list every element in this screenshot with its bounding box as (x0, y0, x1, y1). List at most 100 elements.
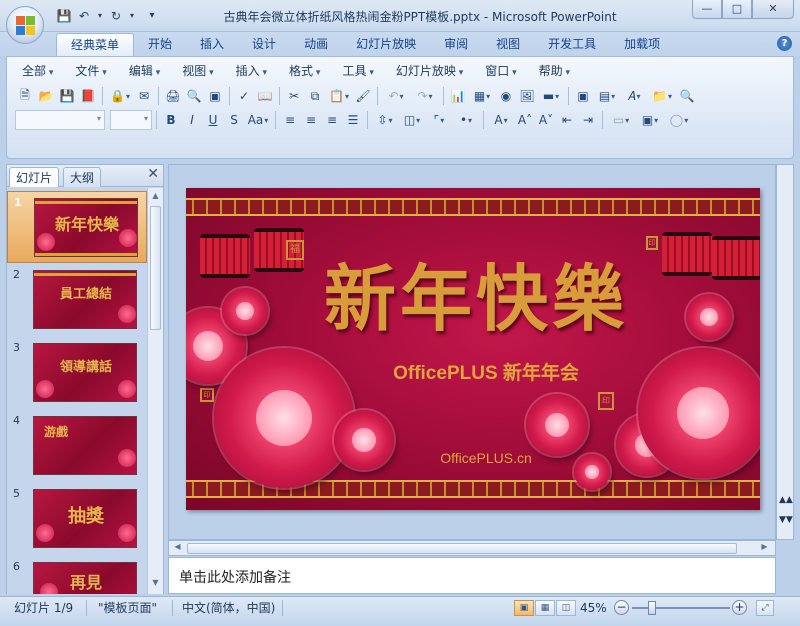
picture-icon[interactable]: 🖼 (517, 86, 537, 106)
save-icon[interactable]: 💾 (57, 86, 77, 106)
menu-all[interactable]: 全部 (11, 61, 64, 81)
slide-thumbnail[interactable]: 5 抽獎 (7, 483, 147, 555)
font-name-combo[interactable] (15, 110, 105, 130)
align-right-icon[interactable]: ≡ (322, 110, 342, 130)
slide-thumbnail[interactable]: 4 游戲 (7, 410, 147, 482)
redo-dropdown-icon[interactable]: ▾ (128, 8, 136, 24)
tab-slides[interactable]: 幻灯片 (9, 167, 60, 187)
tab-addins[interactable]: 加载项 (610, 33, 674, 56)
tab-review[interactable]: 审阅 (430, 33, 482, 56)
print-icon[interactable]: 🖨 (163, 86, 183, 106)
open-file-icon[interactable]: 📁 (648, 86, 676, 106)
redo-icon[interactable]: ↻ (108, 8, 124, 24)
arrange-icon[interactable]: ▣ (636, 110, 664, 130)
fit-to-window-icon[interactable]: ⤢ (756, 600, 774, 616)
open-folder-icon[interactable]: 📂 (36, 86, 56, 106)
undo-dropdown-icon[interactable]: ▾ (96, 8, 104, 24)
save-icon[interactable]: 💾 (56, 8, 72, 24)
shrink-font-icon[interactable]: A˅ (536, 110, 556, 130)
align-center-icon[interactable]: ≡ (301, 110, 321, 130)
permission-icon[interactable]: 🔒 (107, 86, 133, 106)
close-icon[interactable]: ✕ (147, 166, 159, 182)
undo-icon[interactable]: ↶ (382, 86, 410, 106)
font-size-combo[interactable] (110, 110, 152, 130)
menu-format[interactable]: 格式 (278, 61, 331, 81)
normal-view-icon[interactable]: ▣ (514, 600, 534, 616)
slide-sorter-view-icon[interactable]: ▦ (535, 600, 555, 616)
tab-outline[interactable]: 大纲 (63, 167, 102, 187)
numbering-icon[interactable]: ⌜ (426, 110, 452, 130)
tab-classic-menu[interactable]: 经典菜单 (56, 33, 135, 56)
text-box-icon[interactable]: 𝐴 (621, 86, 647, 106)
justify-icon[interactable]: ☰ (343, 110, 363, 130)
zoom-in-button[interactable]: + (732, 600, 747, 615)
redo-icon[interactable]: ↷ (411, 86, 439, 106)
slide-thumbnail[interactable]: 6 再見 (7, 556, 147, 594)
layout-icon[interactable]: ▤ (594, 86, 620, 106)
zoom-level[interactable]: 45% (580, 597, 607, 619)
help-icon[interactable]: ? (777, 36, 792, 51)
italic-icon[interactable]: I (182, 110, 202, 130)
align-left-icon[interactable]: ≡ (280, 110, 300, 130)
email-icon[interactable]: ✉ (134, 86, 154, 106)
thumbnail-scrollbar[interactable]: ▲ ▼ (147, 188, 163, 594)
slide-thumbnail[interactable]: 3 領導講話 (7, 337, 147, 409)
new-slide-icon[interactable]: ▣ (573, 86, 593, 106)
slide-vertical-scrollbar[interactable]: ▲▲ ▼▼ (776, 164, 794, 540)
tab-insert[interactable]: 插入 (186, 33, 238, 56)
save-as-pdf-icon[interactable]: 📕 (78, 86, 98, 106)
menu-file[interactable]: 文件 (64, 61, 117, 81)
grow-font-icon[interactable]: A˄ (515, 110, 535, 130)
menu-help[interactable]: 帮助 (528, 61, 581, 81)
bold-icon[interactable]: B (161, 110, 181, 130)
menu-view[interactable]: 视图 (171, 61, 224, 81)
menu-window[interactable]: 窗口 (474, 61, 527, 81)
scroll-right-icon[interactable]: ▶ (759, 542, 770, 554)
scroll-left-icon[interactable]: ◀ (172, 542, 183, 554)
zoom-slider-knob[interactable] (648, 601, 656, 615)
scrollbar-thumb[interactable] (150, 206, 161, 330)
office-button[interactable] (6, 6, 44, 44)
slide-title[interactable]: 新年快樂 (276, 240, 676, 345)
undo-icon[interactable]: ↶ (76, 8, 92, 24)
research-icon[interactable]: 📖 (255, 86, 275, 106)
next-slide-icon[interactable]: ▼▼ (779, 515, 793, 525)
cut-icon[interactable]: ✂ (284, 86, 304, 106)
slide-subtitle[interactable]: OfficePLUS 新年年会 (336, 358, 636, 385)
paste-icon[interactable]: 📋 (326, 86, 352, 106)
text-direction-icon[interactable]: ⇳ (372, 110, 398, 130)
zoom-slider[interactable] (632, 607, 730, 609)
format-painter-icon[interactable]: 🖌 (353, 86, 373, 106)
menu-slideshow[interactable]: 幻灯片放映 (385, 61, 474, 81)
slide-canvas[interactable]: 福 印 印 印 新年快樂 OfficePLUS 新年年会 OfficePLUS.… (186, 188, 760, 510)
scrollbar-thumb[interactable] (187, 543, 737, 554)
underline-icon[interactable]: U (203, 110, 223, 130)
tab-view[interactable]: 视图 (482, 33, 534, 56)
increase-indent-icon[interactable]: ⇥ (578, 110, 598, 130)
maximize-button[interactable]: □ (722, 0, 752, 19)
page-setup-icon[interactable]: ▣ (205, 86, 225, 106)
shadow-icon[interactable]: S (224, 110, 244, 130)
line-color-icon[interactable]: ▬ (538, 86, 564, 106)
notes-pane[interactable]: 单击此处添加备注 (168, 557, 776, 594)
previous-slide-icon[interactable]: ▲▲ (779, 495, 793, 505)
menu-tools[interactable]: 工具 (331, 61, 384, 81)
quick-styles-icon[interactable]: ◯ (665, 110, 693, 130)
menu-insert[interactable]: 插入 (225, 61, 278, 81)
close-button[interactable]: ✕ (752, 0, 794, 19)
table-icon[interactable]: ▦ (469, 86, 495, 106)
shapes-icon[interactable]: ▭ (607, 110, 635, 130)
slide-horizontal-scrollbar[interactable]: ◀ ▶ (168, 540, 776, 556)
bullets-icon[interactable]: • (453, 110, 479, 130)
decrease-indent-icon[interactable]: ⇤ (557, 110, 577, 130)
customize-qat-button[interactable]: ▾ (146, 8, 158, 24)
new-document-icon[interactable]: 🗎 (15, 86, 35, 106)
scroll-up-icon[interactable]: ▲ (150, 191, 161, 203)
columns-icon[interactable]: ◫ (399, 110, 425, 130)
zoom-out-button[interactable]: − (614, 600, 629, 615)
tab-home[interactable]: 开始 (134, 33, 186, 56)
tab-animations[interactable]: 动画 (290, 33, 342, 56)
find-icon[interactable]: 🔍 (677, 86, 697, 106)
copy-icon[interactable]: ⧉ (305, 86, 325, 106)
slideshow-view-icon[interactable]: ◫ (556, 600, 576, 616)
